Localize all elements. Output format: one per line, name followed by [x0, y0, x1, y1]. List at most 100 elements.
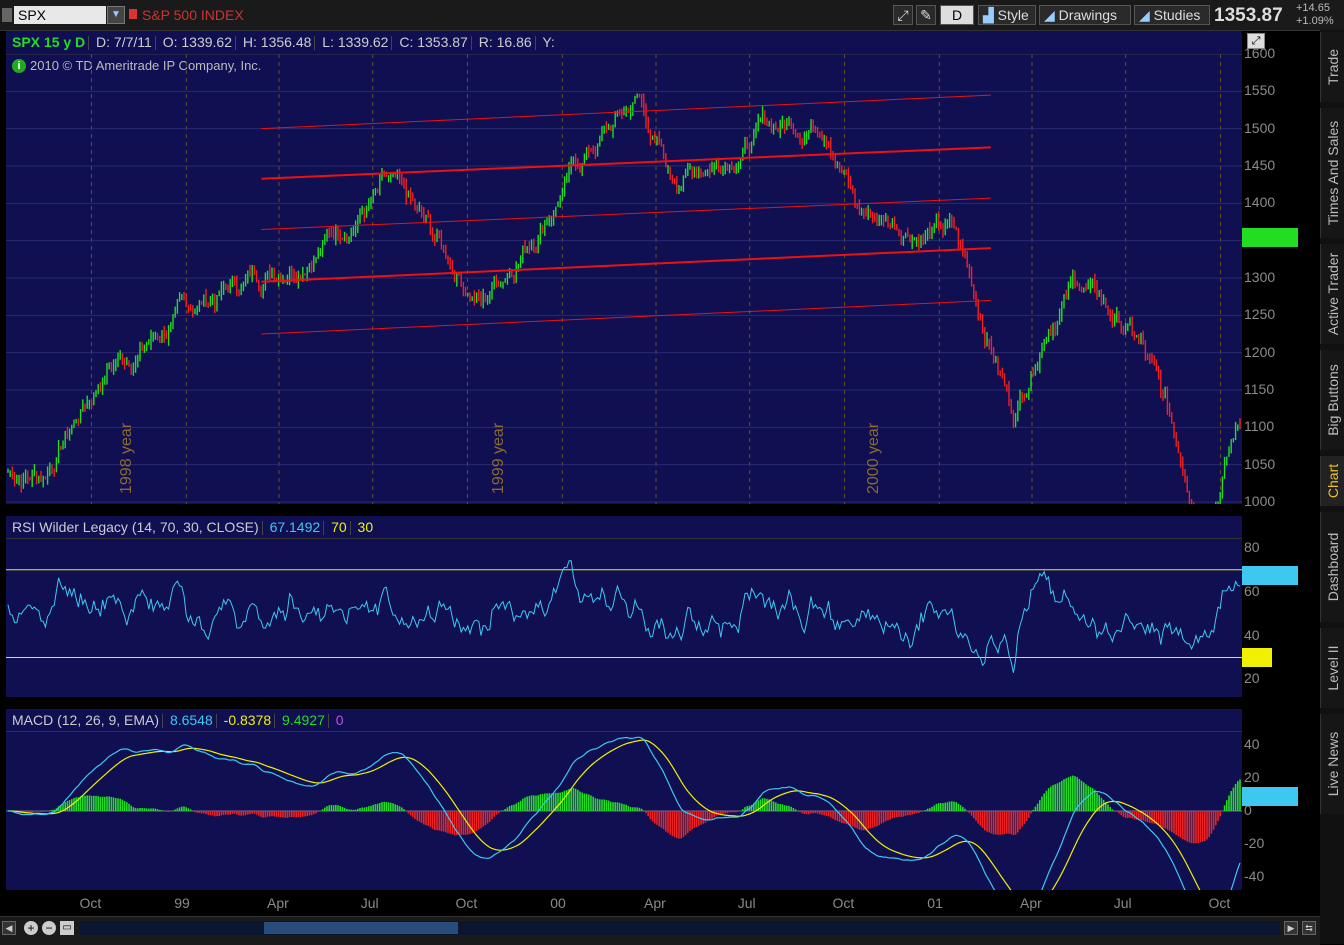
macd-tick-label: -40: [1244, 867, 1265, 884]
scrollbar-thumb[interactable]: [264, 922, 458, 934]
time-tick-label: Oct: [832, 895, 855, 911]
regression-channel: [261, 94, 991, 335]
side-tab-level-ii[interactable]: Level II: [1320, 628, 1344, 708]
price-tick-label: 1100: [1244, 418, 1275, 435]
time-tick-label: Apr: [1020, 895, 1042, 911]
macd-avg: -0.8378: [223, 712, 272, 728]
time-tick-label: Oct: [455, 895, 478, 911]
style-button[interactable]: ▟ Style: [978, 5, 1036, 25]
time-tick-label: Jul: [1113, 895, 1132, 911]
rsi-oversold-badge: [1242, 647, 1272, 667]
drawings-icon: ◢: [1044, 7, 1055, 23]
price-tick-label: 1550: [1244, 82, 1276, 99]
macd-histogram: [9, 775, 1241, 844]
drawings-button[interactable]: ◢ Drawings: [1039, 5, 1131, 25]
macd-avg-line: [8, 739, 1201, 890]
side-tab-active-trader[interactable]: Active Trader: [1320, 244, 1344, 344]
pct-change: +1.09%: [1296, 15, 1334, 27]
year-label: 1999 year: [490, 422, 507, 494]
symbol-flag-icon: [129, 9, 137, 19]
rsi-tick-label: 60: [1244, 582, 1260, 599]
time-tick-label: 00: [550, 895, 566, 911]
rsi-tick-label: 40: [1244, 626, 1260, 643]
close-label: C: 1353.87: [399, 34, 468, 50]
rsi-tick-label: 20: [1244, 670, 1260, 687]
time-tick-label: Oct: [79, 895, 102, 911]
macd-y-axis: 40 20 0 -20 -40: [1242, 732, 1298, 890]
last-price-badge: [1242, 227, 1298, 247]
studies-button[interactable]: ◢ Studies: [1134, 5, 1210, 25]
price-tick-label: 1200: [1244, 343, 1276, 360]
time-tick-label: Jul: [360, 895, 379, 911]
side-tab-dashboard[interactable]: Dashboard: [1320, 512, 1344, 622]
zoom-fit-button[interactable]: ▭: [60, 921, 74, 935]
macd-tick-label: 20: [1244, 769, 1260, 786]
side-tab-label: Active Trader: [1325, 252, 1341, 336]
time-tick-label: Oct: [1208, 895, 1231, 911]
price-header: SPX 15 y D D: 7/7/11 O: 1339.62 H: 1356.…: [6, 31, 1242, 55]
zoom-out-button[interactable]: −: [42, 921, 56, 935]
rsi-y-axis: 80 60 40 20: [1242, 539, 1298, 697]
macd-zero: 0: [335, 712, 344, 728]
macd-tick-label: -20: [1244, 834, 1265, 851]
side-tab-live-news[interactable]: Live News: [1320, 714, 1344, 814]
side-tab-label: Big Buttons: [1325, 364, 1341, 436]
symbol-period-label[interactable]: SPX 15 y D: [12, 34, 85, 50]
side-tab-trade[interactable]: Trade: [1320, 32, 1344, 102]
bottom-bar: ◀ + − ▭ ▶ ⇆: [0, 916, 1320, 945]
scroll-left-button[interactable]: ◀: [2, 921, 16, 935]
channel-line: [261, 94, 991, 130]
rsi-tick-label: 80: [1244, 538, 1260, 555]
year-label: 2000 year: [865, 422, 882, 494]
horizontal-scrollbar[interactable]: [80, 921, 1280, 935]
side-tab-big-buttons[interactable]: Big Buttons: [1320, 350, 1344, 450]
time-tick-label: 01: [927, 895, 943, 911]
zoom-in-button[interactable]: +: [24, 921, 38, 935]
side-tab-chart[interactable]: Chart: [1320, 456, 1344, 506]
rsi-header: RSI Wilder Legacy (14, 70, 30, CLOSE) 67…: [6, 516, 1242, 539]
side-tab-label: Dashboard: [1325, 532, 1341, 602]
cursor-tool-button[interactable]: ⤢: [893, 5, 913, 25]
macd-title[interactable]: MACD (12, 26, 9, EMA): [12, 712, 159, 728]
low-label: L: 1339.62: [322, 34, 389, 50]
macd-header: MACD (12, 26, 9, EMA) 8.6548 -0.8378 9.4…: [6, 709, 1242, 732]
channel-line: [261, 247, 991, 283]
expand-icon[interactable]: ⇆: [1302, 921, 1316, 935]
side-tab-bar: Trade Times And Sales Active Trader Big But…: [1320, 30, 1344, 944]
rsi-title[interactable]: RSI Wilder Legacy (14, 70, 30, CLOSE): [12, 519, 259, 535]
macd-tick-label: 40: [1244, 736, 1260, 753]
side-tab-label: Times And Sales: [1325, 120, 1341, 226]
scroll-right-button[interactable]: ▶: [1284, 921, 1298, 935]
open-label: O: 1339.62: [162, 34, 232, 50]
macd-diff: 9.4927: [282, 712, 325, 728]
y-label: Y:: [542, 34, 555, 50]
macd-value: 8.6548: [169, 712, 213, 728]
rsi-chart[interactable]: [6, 539, 1242, 697]
time-tick-label: Apr: [266, 895, 289, 911]
price-tick-label: 1500: [1244, 119, 1276, 136]
price-tick-label: 1250: [1244, 306, 1276, 323]
side-tab-times-and-sales[interactable]: Times And Sales: [1320, 108, 1344, 238]
time-tick-label: 99: [174, 895, 190, 911]
price-chart[interactable]: 1998 year 1999 year 2000 year: [6, 54, 1242, 504]
channel-line: [261, 299, 991, 335]
pencil-tool-button[interactable]: ✎: [916, 5, 936, 25]
rsi-overbought-value: 70: [331, 519, 347, 535]
price-tick-label: 1300: [1244, 269, 1276, 285]
drawings-label: Drawings: [1058, 7, 1118, 23]
macd-chart[interactable]: [6, 732, 1242, 890]
date-label: D: 7/7/11: [96, 34, 152, 50]
side-tab-label: Level II: [1325, 645, 1341, 691]
aggregation-button[interactable]: D: [940, 5, 974, 25]
symbol-dropdown-icon[interactable]: ▼: [107, 6, 125, 24]
rsi-oversold-value: 30: [357, 519, 374, 535]
side-tab-label: Live News: [1325, 731, 1341, 797]
price-tick-label: 1600: [1244, 45, 1276, 61]
price-grid: [6, 54, 1242, 504]
channel-line: [261, 146, 991, 180]
price-tick-label: 1050: [1244, 455, 1276, 472]
symbol-input[interactable]: SPX: [14, 6, 106, 24]
rsi-value: 67.1492: [269, 519, 321, 535]
rsi-line: [7, 560, 1241, 673]
macd-value-line: [7, 736, 1241, 890]
